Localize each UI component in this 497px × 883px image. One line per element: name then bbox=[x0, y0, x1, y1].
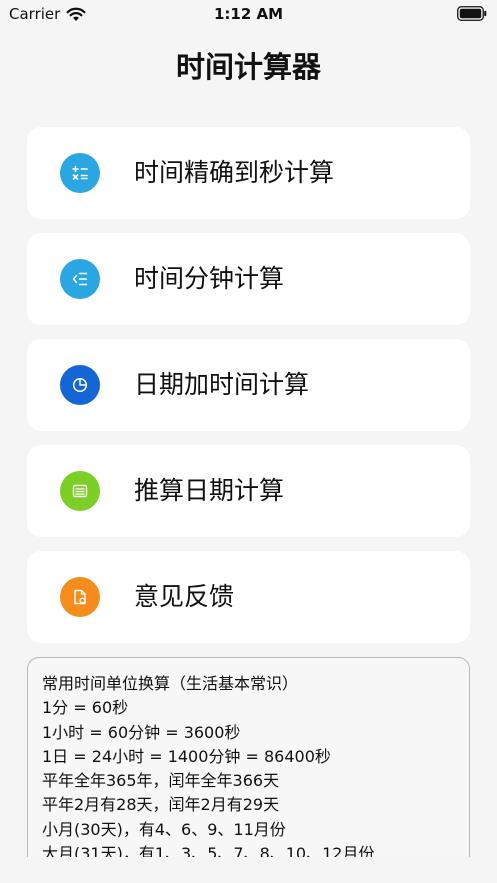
page-title: 时间计算器 bbox=[175, 50, 321, 84]
list-icon bbox=[60, 259, 100, 299]
menu-item-seconds-calculation[interactable]: 时间精确到秒计算 bbox=[27, 127, 470, 219]
menu-item-minutes-calculation[interactable]: 时间分钟计算 bbox=[27, 233, 470, 325]
status-time: 1:12 AM bbox=[213, 5, 284, 23]
info-line: 平年2月有28天，闰年2月有29天 bbox=[42, 795, 280, 815]
menu-item-label: 日期加时间计算 bbox=[134, 370, 310, 399]
info-line: 常用时间单位换算（生活基本常识） bbox=[42, 674, 299, 693]
menu-item-label: 时间分钟计算 bbox=[134, 264, 285, 293]
calendar-list-icon bbox=[60, 471, 100, 511]
menu-item-label: 时间精确到秒计算 bbox=[134, 158, 335, 187]
feedback-doc-icon bbox=[60, 577, 100, 617]
info-line: 1分 = 60秒 bbox=[42, 698, 129, 718]
bottom-safe-area bbox=[0, 857, 497, 883]
menu-item-feedback[interactable]: 意见反馈 bbox=[27, 551, 470, 643]
time-conversion-info[interactable]: 常用时间单位换算（生活基本常识） 1分 = 60秒 1小时 = 60分钟 = 3… bbox=[27, 657, 470, 883]
info-line: 平年全年365年，闰年全年366天 bbox=[42, 771, 280, 791]
info-line: 小月(30天)，有4、6、9、11月份 bbox=[42, 819, 286, 839]
pie-chart-icon bbox=[60, 365, 100, 405]
menu-item-date-inference[interactable]: 推算日期计算 bbox=[27, 445, 470, 537]
menu-item-label: 意见反馈 bbox=[134, 582, 235, 611]
info-line: 1日 = 24小时 = 1400分钟 = 86400秒 bbox=[42, 746, 331, 766]
menu-item-label: 推算日期计算 bbox=[134, 476, 285, 505]
calculator-icon bbox=[60, 153, 100, 193]
battery-icon bbox=[457, 6, 487, 21]
app-screen: Carrier 1:12 AM 时间计算器 时间精确到秒计算 时间分钟计算 日期… bbox=[0, 0, 497, 883]
menu-item-date-plus-time[interactable]: 日期加时间计算 bbox=[27, 339, 470, 431]
info-line: 1小时 = 60分钟 = 3600秒 bbox=[42, 722, 241, 742]
status-bar: Carrier 1:12 AM bbox=[0, 0, 497, 30]
